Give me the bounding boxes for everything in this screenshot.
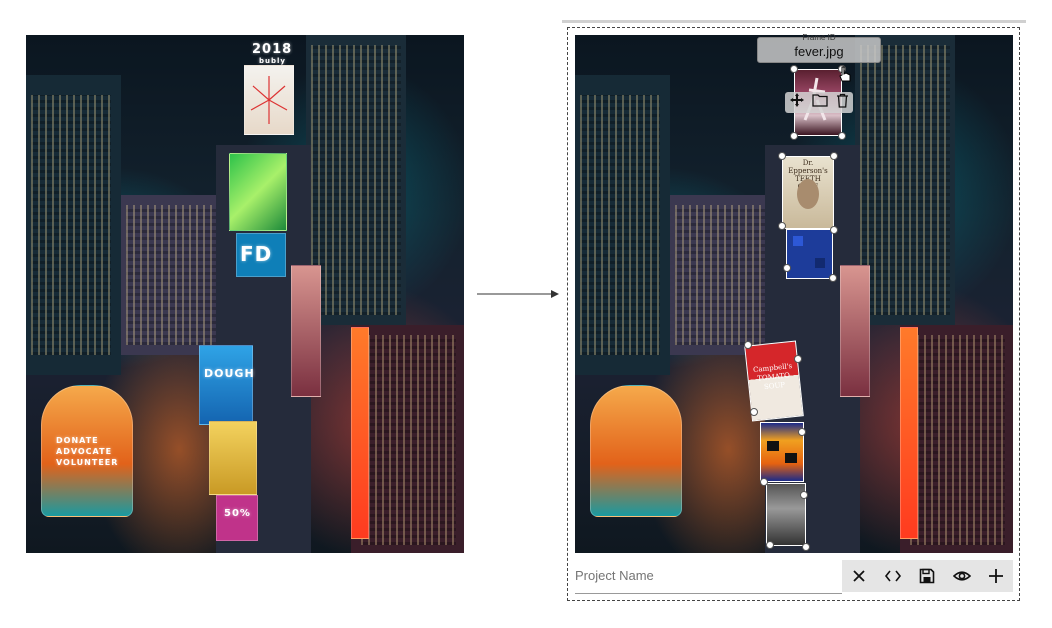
close-icon <box>853 570 865 582</box>
code-button[interactable] <box>881 564 905 588</box>
resize-handle[interactable] <box>783 264 791 272</box>
resize-handle[interactable] <box>760 478 768 486</box>
close-button[interactable] <box>847 564 871 588</box>
billboard-red-vertical <box>351 327 369 539</box>
sign-sale: 50% <box>224 508 251 519</box>
resize-handle[interactable] <box>830 152 838 160</box>
resize-handle[interactable] <box>790 132 798 140</box>
frame-toolbar <box>785 92 853 113</box>
sign-fd: FD <box>240 242 273 266</box>
resize-handle[interactable] <box>766 541 774 549</box>
folder-icon[interactable] <box>812 93 829 112</box>
tooltip-label: Frame ID <box>802 33 836 42</box>
firework-graphic <box>250 76 288 124</box>
tooltip-value: fever.jpg <box>794 44 844 59</box>
resize-handle[interactable] <box>790 65 798 73</box>
sign-dough: DOUGH <box>204 367 255 380</box>
windows <box>31 95 111 355</box>
billboard-yellow <box>209 421 257 495</box>
resize-handle[interactable] <box>798 428 806 436</box>
frame-pixel-blue[interactable] <box>786 229 833 279</box>
frame-id-tooltip: Frame ID fever.jpg <box>757 33 881 63</box>
pixel-block <box>785 453 797 463</box>
windows <box>860 45 950 315</box>
hand-cursor-icon <box>839 66 851 82</box>
portrait-face <box>797 179 819 209</box>
windows <box>910 335 1005 545</box>
editor-bottom-bar <box>575 558 1013 596</box>
billboard-top <box>244 65 294 135</box>
sign-brand: bubly <box>259 57 286 65</box>
code-icon <box>885 570 902 582</box>
action-bar <box>842 560 1013 592</box>
resize-handle[interactable] <box>800 491 808 499</box>
add-button[interactable] <box>984 564 1008 588</box>
sign-volunteer: DONATE ADVOCATE VOLUNTEER <box>56 436 119 467</box>
resize-handle[interactable] <box>778 222 786 230</box>
windows <box>361 335 456 545</box>
project-name-input[interactable] <box>575 558 842 594</box>
eye-icon <box>952 571 971 581</box>
move-icon[interactable] <box>789 92 805 113</box>
save-button[interactable] <box>915 564 939 588</box>
right-arrow-icon <box>477 290 559 298</box>
pixel-block <box>767 441 779 451</box>
resize-handle[interactable] <box>829 274 837 282</box>
frame-teeth-glue[interactable]: Dr. Epperson's TEETH GLUE <box>782 156 834 229</box>
resize-handle[interactable] <box>802 543 810 551</box>
resize-handle[interactable] <box>794 355 802 363</box>
billboard-green <box>229 153 287 231</box>
plus-icon <box>988 569 1003 583</box>
resize-handle[interactable] <box>744 341 752 349</box>
source-photo: 2018 bubly FD DOUGH 50% DONATE ADVOCATE … <box>26 35 464 553</box>
windows <box>580 95 660 355</box>
resize-handle[interactable] <box>838 132 846 140</box>
pixel-block <box>815 258 825 268</box>
pixel-block <box>793 236 803 246</box>
billboard-red-vertical <box>900 327 918 539</box>
sign-year: 2018 <box>252 42 293 57</box>
windows <box>311 45 401 315</box>
frame-caption: Campbell's TOMATO SOUP <box>752 362 793 392</box>
editor-top-border <box>562 20 1026 23</box>
trash-icon[interactable] <box>836 93 849 113</box>
billboard-pink <box>840 265 870 397</box>
windows <box>126 205 226 345</box>
resize-handle[interactable] <box>750 408 758 416</box>
billboard-volunteer <box>590 385 682 517</box>
preview-button[interactable] <box>950 564 974 588</box>
billboard-pink <box>291 265 321 397</box>
windows <box>675 205 775 345</box>
resize-handle[interactable] <box>830 226 838 234</box>
save-icon <box>920 568 935 584</box>
resize-handle[interactable] <box>778 152 786 160</box>
billboard-dough <box>199 345 253 425</box>
